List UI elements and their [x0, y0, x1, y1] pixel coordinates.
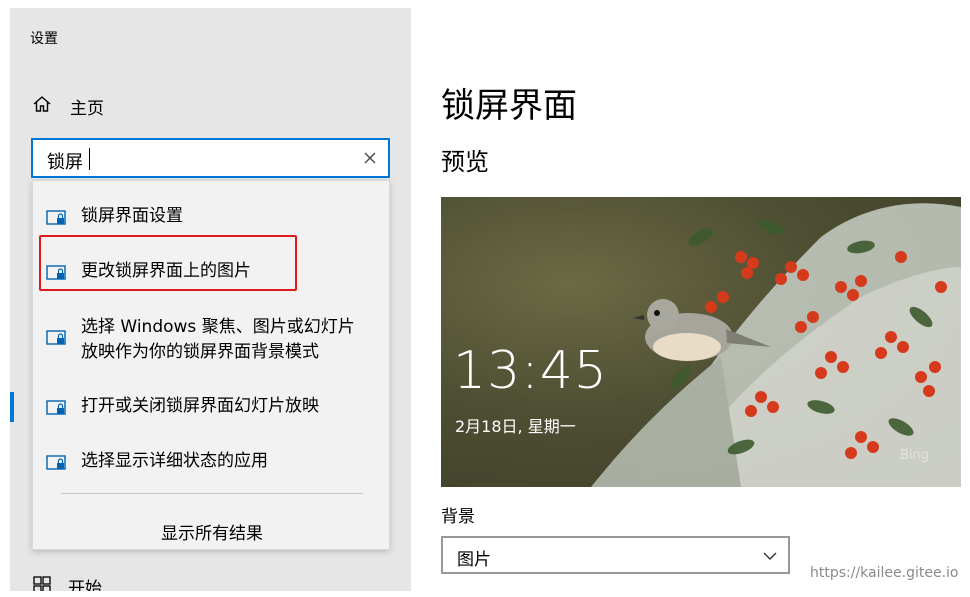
site-watermark: https://kailee.gitee.io — [810, 565, 959, 581]
page-title: 锁屏界面 — [441, 86, 577, 126]
lock-screen-icon — [46, 209, 68, 227]
suggestion-label-line2: 放映作为你的锁屏界面背景模式 — [81, 342, 319, 362]
background-select[interactable]: 图片 — [441, 536, 790, 574]
suggestion-label: 选择显示详细状态的应用 — [81, 451, 268, 471]
nav-item-start-label: 开始 — [68, 579, 102, 591]
bing-watermark: Bing — [899, 448, 929, 463]
start-icon — [32, 575, 52, 591]
settings-sidebar: 设置 主页 锁屏 开始 锁屏界面设置 更改锁屏界面上的图片 选择 Windows… — [10, 8, 411, 591]
suggestion-label: 打开或关闭锁屏界面幻灯片放映 — [81, 396, 319, 416]
lock-screen-preview: 13:45 2月18日, 星期一 Bing — [441, 197, 961, 487]
suggestion-item[interactable]: 锁屏界面设置 — [33, 203, 391, 233]
chevron-down-icon — [762, 548, 778, 564]
divider — [61, 493, 363, 494]
lock-screen-icon — [46, 329, 68, 347]
window-edge — [961, 8, 970, 591]
suggestion-label: 锁屏界面设置 — [81, 206, 183, 226]
suggestion-item[interactable]: 更改锁屏界面上的图片 — [33, 258, 391, 288]
window-bottom-edge — [0, 591, 970, 597]
nav-item-start[interactable]: 开始 — [32, 574, 102, 591]
preview-heading: 预览 — [441, 148, 489, 176]
suggestion-label-line1: 选择 Windows 聚焦、图片或幻灯片 — [81, 317, 355, 337]
nav-home-label: 主页 — [70, 98, 104, 119]
search-input-value: 锁屏 — [47, 152, 83, 173]
text-caret — [89, 148, 90, 170]
settings-window: 设置 主页 锁屏 开始 锁屏界面设置 更改锁屏界面上的图片 选择 Windows… — [0, 0, 970, 597]
search-suggestions: 锁屏界面设置 更改锁屏界面上的图片 选择 Windows 聚焦、图片或幻灯片 放… — [32, 180, 390, 550]
background-select-value: 图片 — [457, 550, 491, 570]
close-icon[interactable] — [360, 148, 380, 168]
preview-time: 13:45 — [453, 341, 608, 401]
background-label: 背景 — [441, 507, 475, 527]
suggestion-label: 更改锁屏界面上的图片 — [81, 261, 251, 281]
suggestion-item[interactable]: 打开或关闭锁屏界面幻灯片放映 — [33, 393, 391, 423]
suggestion-item[interactable]: 选择 Windows 聚焦、图片或幻灯片 放映作为你的锁屏界面背景模式 — [33, 315, 391, 367]
lock-screen-icon — [46, 264, 68, 282]
lock-screen-page: 锁屏界面 预览 13:45 2月18日, 星期一 Bing 背景 图片 — [411, 8, 961, 591]
home-icon — [32, 94, 52, 118]
nav-home[interactable]: 主页 — [32, 88, 104, 124]
lock-screen-icon — [46, 399, 68, 417]
selected-nav-indicator — [10, 392, 14, 422]
search-input[interactable]: 锁屏 — [31, 138, 390, 178]
lock-screen-icon — [46, 454, 68, 472]
suggestion-item[interactable]: 选择显示详细状态的应用 — [33, 448, 391, 478]
preview-date: 2月18日, 星期一 — [455, 417, 576, 436]
show-all-results-link[interactable]: 显示所有结果 — [33, 519, 391, 544]
window-title: 设置 — [30, 31, 58, 47]
